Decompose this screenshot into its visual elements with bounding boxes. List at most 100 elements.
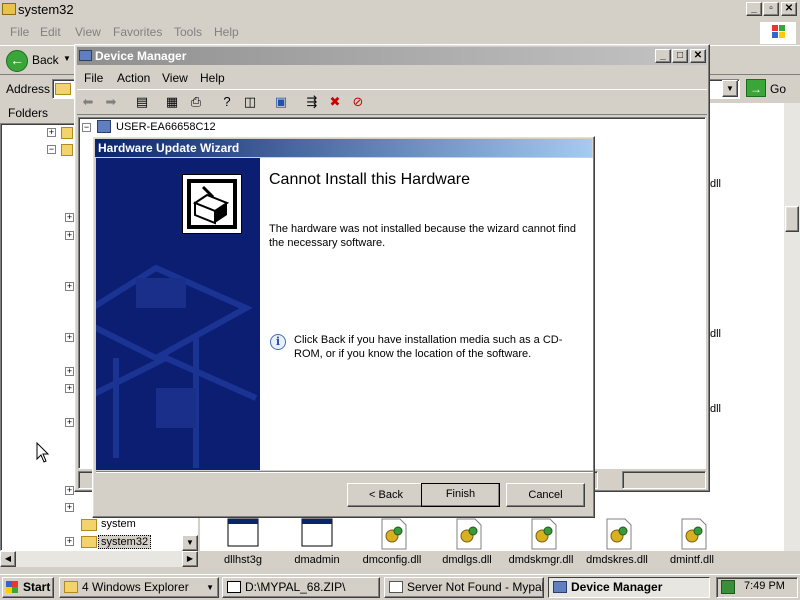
back-button[interactable]: < Back xyxy=(347,483,425,507)
dll-gear-icon[interactable] xyxy=(605,518,637,550)
show-hide-icon[interactable]: ◫ xyxy=(241,93,259,111)
folder-icon xyxy=(81,519,97,531)
folder-icon xyxy=(61,144,73,156)
network-icon[interactable] xyxy=(721,580,735,594)
help-icon[interactable]: ? xyxy=(218,93,236,111)
tree-item-system32[interactable]: system32 xyxy=(98,535,152,549)
tree-expand-icon[interactable]: + xyxy=(65,418,74,427)
close-button[interactable]: ✕ xyxy=(690,49,706,63)
tree-expand-icon[interactable]: + xyxy=(65,367,74,376)
properties-icon[interactable]: ▦ xyxy=(163,93,181,111)
folder-open-icon xyxy=(81,536,97,548)
window-exe-icon[interactable] xyxy=(301,518,333,550)
tree-expand-icon[interactable]: + xyxy=(65,503,74,512)
chevron-down-icon: ▼ xyxy=(206,583,214,592)
address-dropdown-button[interactable]: ▼ xyxy=(722,80,738,97)
dll-gear-icon[interactable] xyxy=(380,518,412,550)
tree-expand-icon[interactable]: + xyxy=(65,486,74,495)
explorer-title: system32 xyxy=(18,2,74,17)
menu-help[interactable]: Help xyxy=(200,71,225,85)
dll-gear-icon[interactable] xyxy=(455,518,487,550)
file-name[interactable]: dmadmin xyxy=(277,554,357,566)
print-icon[interactable]: ⎙ xyxy=(187,93,205,111)
menu-file[interactable]: File xyxy=(10,25,29,39)
menu-tools[interactable]: Tools xyxy=(174,25,202,39)
forward-arrow-icon[interactable]: ➡ xyxy=(102,93,120,111)
windows-logo-icon xyxy=(6,581,18,593)
hardware-box-icon xyxy=(182,174,242,234)
scroll-right-button[interactable]: ▶ xyxy=(182,551,198,567)
back-button-label[interactable]: Back xyxy=(32,53,59,67)
console-tree-icon[interactable]: ▤ xyxy=(133,93,151,111)
finish-button[interactable]: Finish xyxy=(421,483,500,507)
back-arrow-icon[interactable]: ⬅ xyxy=(79,93,97,111)
file-name[interactable]: dmconfig.dll xyxy=(352,554,432,566)
file-name[interactable]: dmdlgs.dll xyxy=(427,554,507,566)
minimize-button[interactable]: _ xyxy=(746,2,762,16)
go-button-label[interactable]: Go xyxy=(770,82,786,96)
menu-file[interactable]: File xyxy=(84,71,103,85)
menu-view[interactable]: View xyxy=(162,71,188,85)
explorer-menu-bar: File Edit View Favorites Tools Help xyxy=(0,21,800,43)
file-list-vertical-scrollbar[interactable] xyxy=(784,103,800,551)
disable-device-icon[interactable]: ⊘ xyxy=(349,93,367,111)
tree-expand-icon[interactable]: + xyxy=(47,128,56,137)
file-name-partial: dll xyxy=(710,328,722,340)
task-label: Device Manager xyxy=(571,580,663,594)
tree-expand-icon[interactable]: + xyxy=(65,333,74,342)
file-name[interactable]: dllhst3g xyxy=(203,554,283,566)
tree-expand-icon[interactable]: + xyxy=(65,537,74,546)
window-exe-icon[interactable] xyxy=(227,518,259,550)
dll-gear-icon[interactable] xyxy=(680,518,712,550)
tree-expand-icon[interactable]: + xyxy=(65,231,74,240)
tree-expand-icon[interactable]: + xyxy=(65,213,74,222)
tree-item-system[interactable]: system xyxy=(99,518,138,530)
uninstall-icon[interactable]: ✖ xyxy=(326,93,344,111)
scrollbar-thumb[interactable] xyxy=(785,206,799,232)
tree-expand-icon[interactable]: + xyxy=(65,282,74,291)
wizard-separator xyxy=(96,471,593,473)
file-name[interactable]: dmdskres.dll xyxy=(577,554,657,566)
scroll-left-button[interactable]: ◀ xyxy=(0,551,16,567)
tree-expand-icon[interactable]: + xyxy=(65,384,74,393)
maximize-button[interactable]: □ xyxy=(672,49,688,63)
file-name[interactable]: dmdskmgr.dll xyxy=(501,554,581,566)
file-name-partial: dll xyxy=(710,178,722,190)
menu-help[interactable]: Help xyxy=(214,25,239,39)
file-name-partial: dll xyxy=(710,403,722,415)
scroll-down-button[interactable]: ▼ xyxy=(182,535,198,551)
task-device-manager[interactable]: Device Manager xyxy=(548,577,710,598)
device-manager-icon xyxy=(79,50,92,61)
task-windows-explorer[interactable]: 4 Windows Explorer ▼ xyxy=(59,577,219,598)
menu-view[interactable]: View xyxy=(75,25,101,39)
restore-button[interactable]: ▫ xyxy=(763,2,779,16)
update-driver-icon[interactable]: ⇶ xyxy=(303,93,321,111)
clock[interactable]: 7:49 PM xyxy=(744,580,785,592)
menu-action[interactable]: Action xyxy=(117,71,150,85)
device-manager-title-bar[interactable]: Device Manager _ □ ✕ xyxy=(77,47,707,65)
back-arrow-icon[interactable]: ← xyxy=(6,50,28,72)
go-arrow-icon[interactable]: → xyxy=(746,79,766,97)
folder-icon xyxy=(2,3,16,15)
task-mypal-browser[interactable]: Server Not Found - Mypal xyxy=(384,577,544,598)
folder-icon xyxy=(64,581,78,593)
task-zip-folder[interactable]: D:\MYPAL_68.ZIP\ xyxy=(222,577,380,598)
chevron-down-icon[interactable]: ▼ xyxy=(63,54,71,63)
info-icon: i xyxy=(270,334,286,350)
task-label: D:\MYPAL_68.ZIP\ xyxy=(245,580,346,594)
tree-horizontal-scrollbar[interactable]: ◀ ▶ xyxy=(0,551,198,567)
dll-gear-icon[interactable] xyxy=(530,518,562,550)
tree-collapse-icon[interactable]: − xyxy=(82,123,91,132)
minimize-button[interactable]: _ xyxy=(655,49,671,63)
device-tree-root[interactable]: USER-EA66658C12 xyxy=(116,121,216,133)
scan-hardware-icon[interactable]: ▣ xyxy=(272,93,290,111)
file-name[interactable]: dmintf.dll xyxy=(652,554,732,566)
menu-favorites[interactable]: Favorites xyxy=(113,25,162,39)
tree-collapse-icon[interactable]: − xyxy=(47,145,56,154)
cancel-button[interactable]: Cancel xyxy=(506,483,585,507)
wizard-title-bar[interactable]: Hardware Update Wizard xyxy=(95,139,592,157)
explorer-title-bar[interactable]: system32 _ ▫ ✕ xyxy=(0,0,800,20)
menu-edit[interactable]: Edit xyxy=(40,25,61,39)
wizard-content xyxy=(260,158,593,470)
close-button[interactable]: ✕ xyxy=(781,2,797,16)
